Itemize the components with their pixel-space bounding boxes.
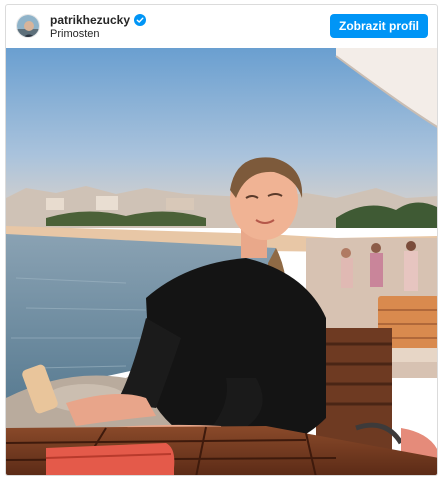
post-photo [6,48,437,475]
post-header: patrikhezucky Primosten Zobrazit profil [6,5,437,48]
username-link[interactable]: patrikhezucky [50,13,130,27]
verified-badge-icon [134,14,147,26]
avatar[interactable] [16,14,40,38]
post-card: patrikhezucky Primosten Zobrazit profil [5,4,438,476]
location-link[interactable]: Primosten [50,28,100,40]
username-row: patrikhezucky [50,13,147,27]
view-profile-button[interactable]: Zobrazit profil [330,14,428,38]
